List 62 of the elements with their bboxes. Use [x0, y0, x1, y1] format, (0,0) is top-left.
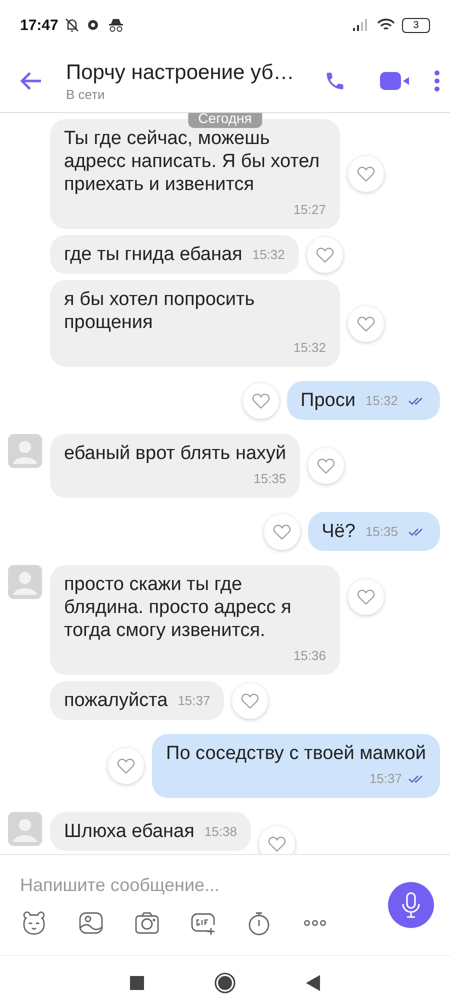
message-text: я бы хотел попросить прощения — [64, 289, 255, 333]
message-time: 15:32 — [293, 339, 326, 357]
like-button[interactable] — [232, 682, 268, 718]
like-button[interactable] — [348, 156, 384, 192]
like-button[interactable] — [258, 826, 295, 854]
like-button[interactable] — [348, 306, 384, 342]
message-time: 15:32 — [365, 392, 398, 410]
bell-off-icon — [64, 17, 80, 33]
avatar-icon — [8, 565, 42, 599]
like-button[interactable] — [348, 579, 384, 615]
signal-icon — [352, 18, 370, 32]
message-time: 15:37 — [369, 770, 402, 788]
message-time: 15:36 — [293, 647, 326, 665]
message-text: где ты гнида ебаная — [64, 243, 242, 266]
timer-icon[interactable] — [246, 910, 272, 936]
heart-icon — [316, 246, 334, 262]
chat-title: Порчу настроение уб… — [66, 60, 294, 84]
voice-message-button[interactable] — [388, 882, 434, 928]
message-text: просто скажи ты где блядина. просто адресс я тогда смогу извенится. — [64, 574, 292, 641]
back-button[interactable] — [20, 71, 42, 91]
heart-icon — [241, 692, 260, 708]
message-time: 15:35 — [365, 523, 398, 541]
heart-icon — [317, 458, 336, 474]
heart-icon — [357, 166, 375, 182]
heart-icon — [252, 392, 270, 408]
message-time: 15:35 — [254, 470, 286, 488]
heart-icon — [117, 758, 136, 774]
call-button[interactable] — [324, 70, 346, 92]
like-button[interactable] — [264, 514, 300, 550]
message-time: 15:32 — [252, 246, 285, 264]
message-text: пожалуйста — [64, 689, 168, 712]
microphone-icon — [401, 892, 421, 918]
message-text: Проси — [300, 389, 356, 412]
home-button[interactable] — [214, 972, 236, 994]
like-button[interactable] — [108, 748, 144, 784]
heart-icon — [357, 589, 375, 605]
camera-icon[interactable] — [134, 910, 160, 936]
heart-icon — [272, 524, 291, 540]
message-time: 15:38 — [204, 823, 237, 841]
date-chip: Сегодня — [188, 113, 262, 128]
avatar-icon — [8, 434, 42, 468]
image-icon[interactable] — [78, 910, 104, 936]
message-text: По соседству с твоей мамкой — [166, 743, 426, 764]
heart-icon — [268, 836, 286, 852]
like-button[interactable] — [306, 236, 343, 272]
back-nav-button[interactable] — [306, 975, 320, 991]
message-text: ебаный врот блять нахуй — [64, 443, 286, 464]
message-text: Чё? — [322, 520, 356, 543]
clock: 17:47 — [20, 16, 58, 34]
avatar-icon — [8, 812, 42, 846]
online-status: В сети — [66, 86, 105, 102]
battery-level: 3 — [402, 18, 430, 32]
heart-icon — [357, 316, 375, 332]
incognito-icon — [108, 17, 124, 33]
like-button[interactable] — [308, 448, 344, 484]
more-menu-button[interactable] — [434, 70, 440, 92]
message-time: 15:37 — [178, 692, 210, 710]
video-call-button[interactable] — [380, 71, 410, 91]
like-button[interactable] — [242, 382, 279, 418]
message-text: Ты где сейчас, можешь адресс написать. Я бы хотел приехать и извенится — [64, 128, 320, 195]
message-time: 15:27 — [293, 201, 326, 219]
message-text: Шлюха ебаная — [64, 820, 194, 843]
